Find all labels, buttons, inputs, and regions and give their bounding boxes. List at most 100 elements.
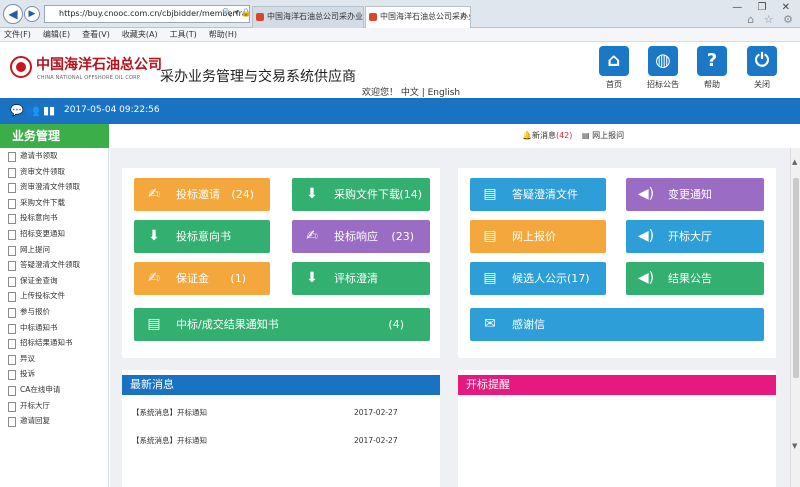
- cnooc-logo-icon: [10, 56, 32, 78]
- tile-count: (1): [230, 272, 246, 285]
- help-label: 帮助: [704, 80, 720, 89]
- document-icon: ▤: [483, 186, 497, 202]
- tile-thank-you-letter[interactable]: ✉ 感谢信: [470, 308, 764, 341]
- online-inquiry-link[interactable]: ▤ 网上报问: [582, 124, 624, 148]
- sidebar-item[interactable]: 资审澄清文件领取: [0, 179, 108, 195]
- tile-result-announcement[interactable]: ◀) 结果公告: [626, 262, 764, 295]
- sidebar-item[interactable]: 中标通知书: [0, 320, 108, 336]
- sidebar-item[interactable]: 上传投标文件: [0, 288, 108, 304]
- bid-reminder-title: 开标提醒: [458, 375, 776, 395]
- sidebar-item[interactable]: 投标意向书: [0, 210, 108, 226]
- sidebar-item[interactable]: 答疑澄清文件领取: [0, 257, 108, 273]
- news-row[interactable]: 【系统消息】开标通知 2017-02-27: [132, 434, 432, 448]
- sidebar-item[interactable]: 保证金查询: [0, 273, 108, 289]
- sidebar-item[interactable]: 邀请回复: [0, 413, 108, 429]
- home-button[interactable]: ⌂ 首页: [597, 46, 631, 90]
- tile-label: 投标响应: [334, 230, 378, 243]
- tile-label: 保证金: [176, 272, 209, 285]
- sidebar-item[interactable]: 邀请书领取: [0, 148, 108, 164]
- tab-close-icon[interactable]: ✕: [459, 7, 467, 27]
- news-date: 2017-02-27: [354, 408, 398, 417]
- browser-tab-active[interactable]: 中国海洋石油总公司采办业...✕: [365, 6, 471, 28]
- toolbar-icons[interactable]: ⌂ ☆ ⚙: [747, 13, 796, 26]
- tile-label: 开标大厅: [668, 230, 712, 243]
- scrollbar[interactable]: ▲ ▼: [790, 148, 800, 487]
- forward-icon[interactable]: ▶: [24, 6, 40, 22]
- sidebar-item[interactable]: 采购文件下载: [0, 195, 108, 211]
- new-messages-label: 新消息: [531, 131, 556, 140]
- bid-reminder-panel: 开标提醒: [458, 370, 776, 487]
- download-icon: ⬇: [306, 186, 318, 202]
- sidebar-title: 业务管理: [0, 124, 109, 148]
- news-text: 【系统消息】开标通知: [132, 408, 207, 417]
- news-date: 2017-02-27: [354, 436, 398, 445]
- menu-help[interactable]: 帮助(H): [209, 30, 237, 39]
- globe-icon: ◍: [648, 46, 678, 76]
- tile-bid-intent[interactable]: ⬇ 投标意向书: [134, 220, 270, 253]
- menu-file[interactable]: 文件(F): [4, 30, 31, 39]
- tile-label: 采购文件下载: [334, 188, 400, 201]
- help-icon: ?: [697, 46, 727, 76]
- back-icon[interactable]: ◀: [3, 4, 23, 24]
- chat-icon[interactable]: 💬: [10, 104, 24, 117]
- browser-chrome: ◀ ▶ https://buy.cnooc.com.cn/cbjbidder/m…: [0, 0, 800, 28]
- tile-online-quote[interactable]: ▤ 网上报价: [470, 220, 606, 253]
- book-icon[interactable]: ▮▮: [43, 104, 55, 117]
- tile-clarification-docs[interactable]: ▤ 答疑澄清文件: [470, 178, 606, 211]
- window-controls[interactable]: — ❐ ✕: [732, 2, 796, 13]
- menu-tools[interactable]: 工具(T): [170, 30, 197, 39]
- envelope-icon: ✉: [484, 316, 496, 332]
- sidebar-item[interactable]: 网上提问: [0, 242, 108, 258]
- favicon-icon: [256, 13, 264, 21]
- sidebar-item[interactable]: 招标变更通知: [0, 226, 108, 242]
- tile-label: 感谢信: [512, 318, 545, 331]
- scroll-up-icon[interactable]: ▲: [792, 158, 797, 166]
- help-button[interactable]: ? 帮助: [695, 46, 729, 90]
- bid-announcement-button[interactable]: ◍ 招标公告: [646, 46, 680, 90]
- tile-label: 评标澄清: [334, 272, 378, 285]
- new-messages-link[interactable]: 🔔新消息(42): [522, 124, 572, 148]
- document-icon: ▤: [483, 228, 497, 244]
- tile-candidate-publicity[interactable]: ▤ 候选人公示(17): [470, 262, 606, 295]
- scroll-down-icon[interactable]: ▼: [792, 442, 797, 450]
- tile-evaluation-clarification[interactable]: ⬇ 评标澄清: [292, 262, 430, 295]
- tile-deposit[interactable]: ✍ 保证金 (1): [134, 262, 270, 295]
- sidebar-item[interactable]: 投诉: [0, 366, 108, 382]
- speaker-icon: ◀): [637, 270, 655, 286]
- tile-bid-response[interactable]: ✍ 投标响应 (23): [292, 220, 430, 253]
- menu-edit[interactable]: 编辑(E): [43, 30, 70, 39]
- tile-award-notice[interactable]: ▤ 中标/成交结果通知书 (4): [134, 308, 430, 341]
- tile-count: (14): [399, 188, 422, 201]
- company-name-en: CHINA NATIONAL OFFSHORE OIL CORP.: [37, 75, 142, 81]
- tile-bid-invitation[interactable]: ✍ 投标邀请 (24): [134, 178, 270, 211]
- users-icon[interactable]: 👥: [26, 104, 40, 117]
- tile-bid-opening-hall[interactable]: ◀) 开标大厅: [626, 220, 764, 253]
- browser-tab[interactable]: 中国海洋石油总公司采办业...: [252, 6, 364, 28]
- menu-favorites[interactable]: 收藏夹(A): [122, 30, 158, 39]
- sidebar-item[interactable]: 资审文件领取: [0, 164, 108, 180]
- tile-label: 投标意向书: [176, 230, 231, 243]
- main-content: ✍ 投标邀请 (24) ⬇ 采购文件下载 (14) ⬇ 投标意向书 ✍ 投标响应 (23) ✍…: [110, 148, 790, 487]
- address-bar[interactable]: https://buy.cnooc.com.cn/cbjbidder/membe…: [44, 5, 250, 23]
- menu-view[interactable]: 查看(V): [82, 30, 110, 39]
- sidebar-item[interactable]: CA在线申请: [0, 382, 108, 398]
- clipboard-icon: ▤: [147, 316, 161, 332]
- close-button[interactable]: ⏻ 关闭: [745, 46, 779, 90]
- sidebar-item[interactable]: 开标大厅: [0, 398, 108, 414]
- tile-procurement-download[interactable]: ⬇ 采购文件下载 (14): [292, 178, 430, 211]
- tile-label: 结果公告: [668, 272, 712, 285]
- scroll-thumb[interactable]: [793, 178, 799, 378]
- tile-label: 网上报价: [512, 230, 556, 243]
- welcome-text[interactable]: 欢迎您！ 中文 | English: [362, 85, 460, 98]
- site-header: 中国海洋石油总公司 CHINA NATIONAL OFFSHORE OIL CO…: [0, 42, 800, 98]
- online-inquiry-label: 网上报问: [592, 131, 625, 140]
- tab-label: 中国海洋石油总公司采办业...: [380, 12, 470, 21]
- news-row[interactable]: 【系统消息】开标通知 2017-02-27: [132, 406, 432, 420]
- sidebar-item[interactable]: 异议: [0, 351, 108, 367]
- sidebar-item[interactable]: 招标结果通知书: [0, 335, 108, 351]
- home-icon: ⌂: [599, 46, 629, 76]
- new-messages-count: (42): [555, 131, 573, 140]
- handshake-icon: ✍: [306, 228, 318, 244]
- sidebar-item[interactable]: 参与报价: [0, 304, 108, 320]
- tile-change-notice[interactable]: ◀) 变更通知: [626, 178, 764, 211]
